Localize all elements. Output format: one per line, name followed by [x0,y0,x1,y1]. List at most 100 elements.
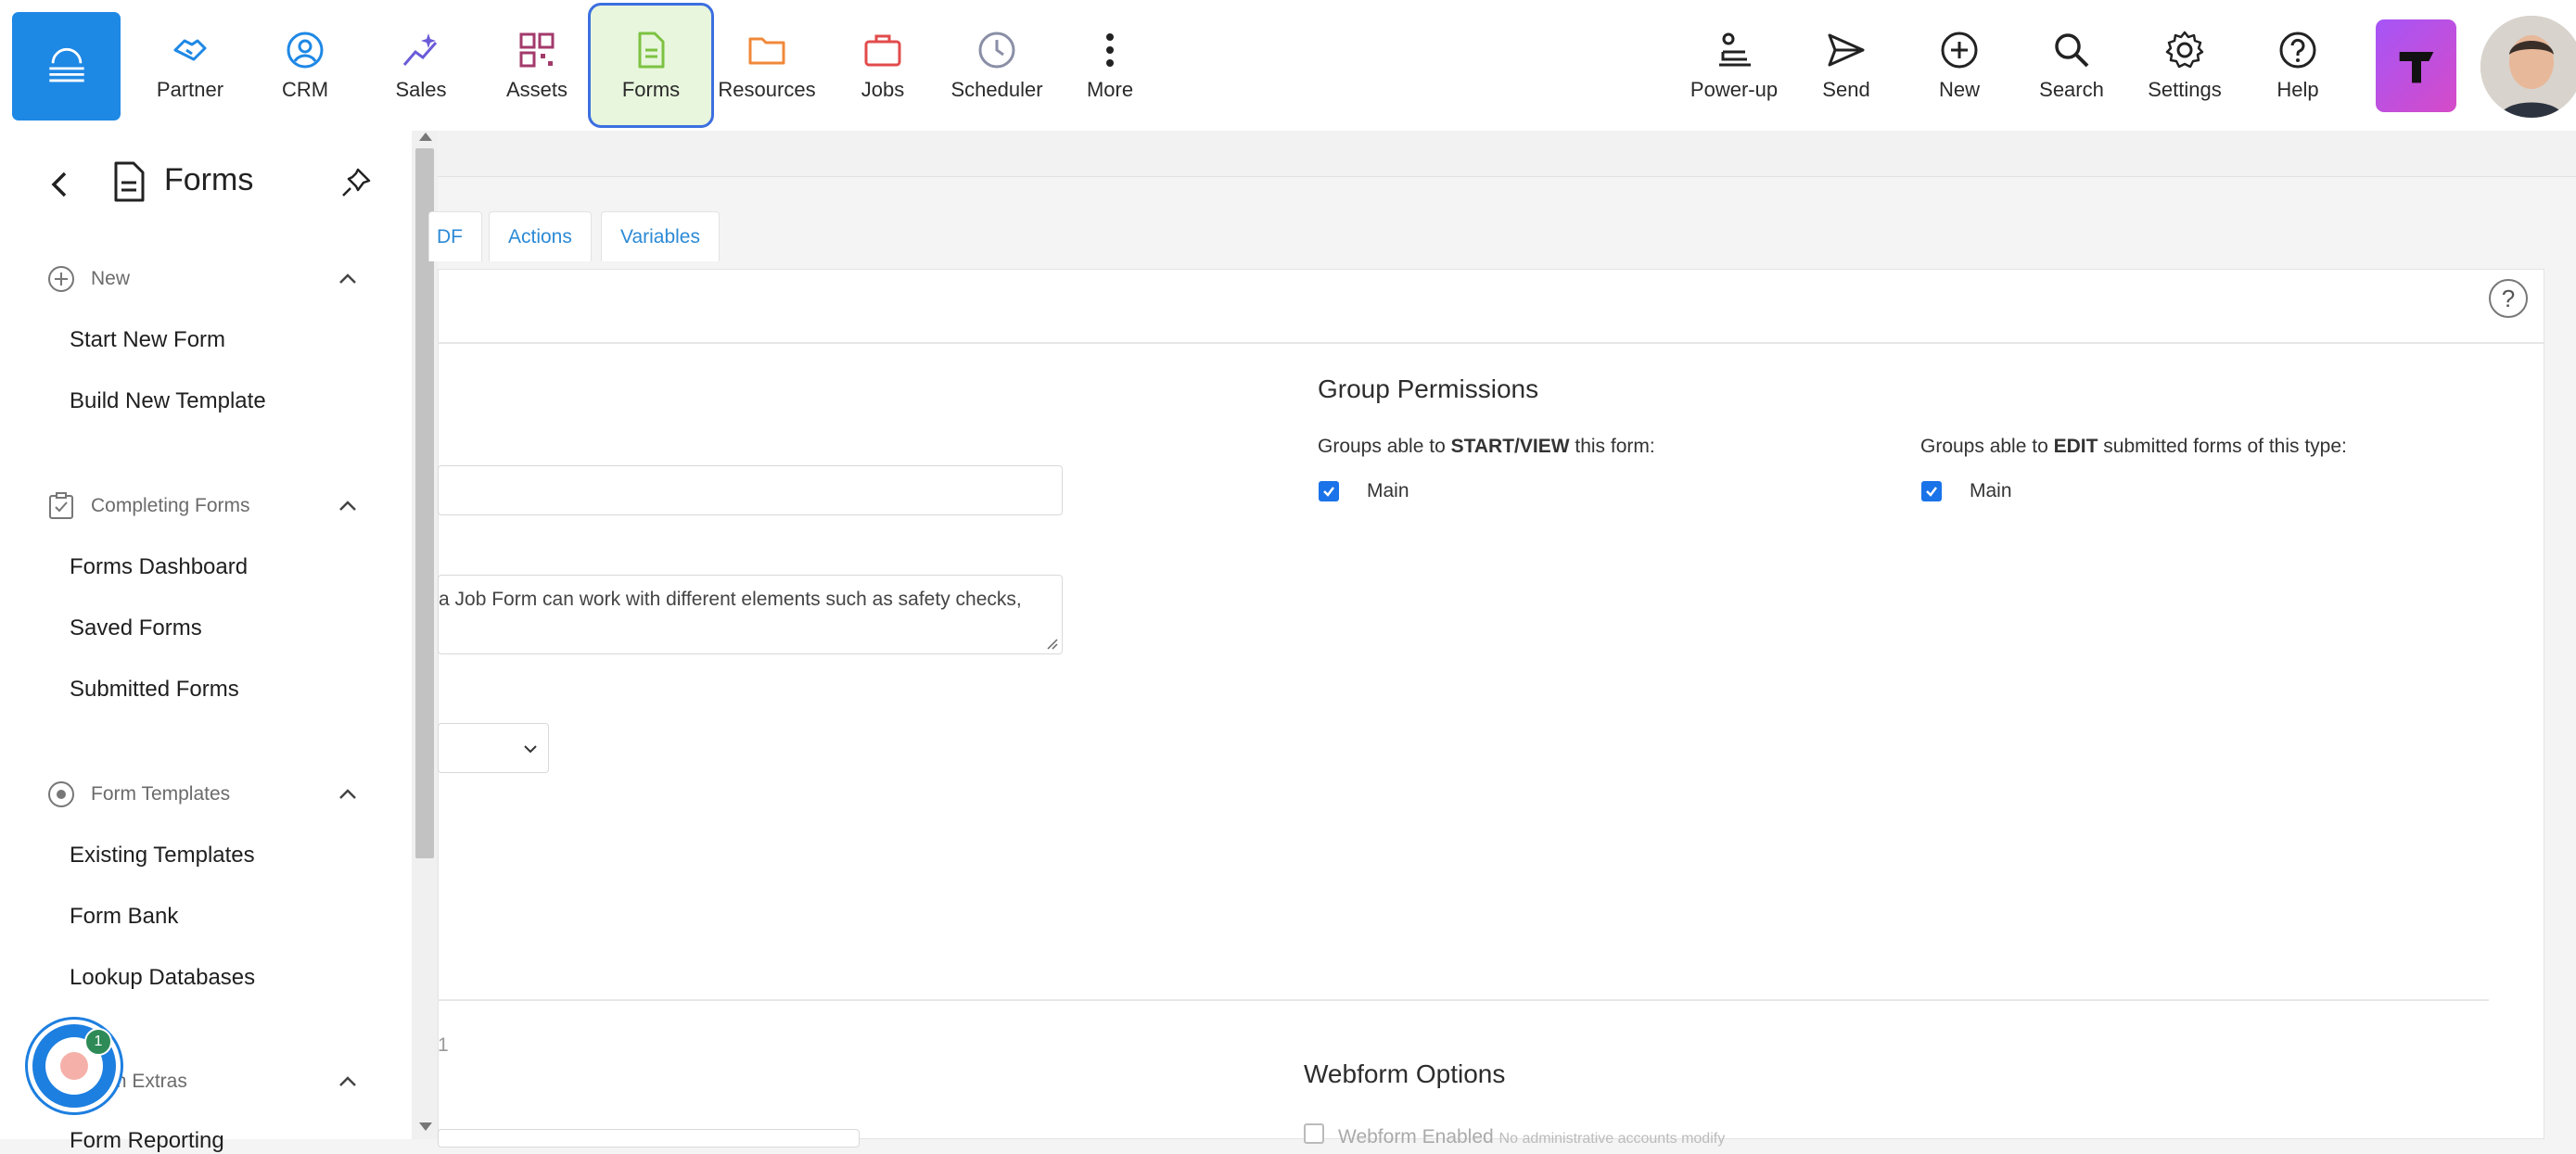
folder-icon [748,37,785,65]
sidebar-link-saved-forms[interactable]: Saved Forms [70,615,202,641]
sidebar-link-form-bank[interactable]: Form Bank [70,904,178,930]
section-divider [438,999,2489,1001]
start-view-prefix: Groups able to [1318,436,1451,457]
chevron-down-icon [524,745,537,754]
briefcase-icon [864,34,901,67]
sidebar-section-completing-forms[interactable]: Completing Forms [46,488,362,525]
resize-grip-icon[interactable] [1045,637,1058,650]
tab-pdf[interactable]: DF [428,211,482,261]
promo-app-button[interactable] [2376,19,2456,112]
chevron-up-icon [339,1076,356,1086]
chevron-up-icon [339,789,356,799]
nav-crm[interactable]: CRM [248,0,363,131]
webform-options-title: Webform Options [1304,1059,1506,1088]
group-permissions-title: Group Permissions [1318,374,1539,403]
help-button[interactable]: Help [2240,0,2355,131]
edit-main-checkbox[interactable] [1921,481,1942,501]
nav-scheduler[interactable]: Scheduler [939,0,1054,131]
home-logo-button[interactable] [12,12,121,120]
sidebar-link-form-reporting[interactable]: Form Reporting [70,1128,224,1154]
nav-label: More [1086,78,1134,101]
sidebar-section-new[interactable]: New [46,260,362,298]
scroll-down-arrow-icon[interactable] [419,1122,432,1131]
start-view-main-checkbox[interactable] [1319,481,1339,501]
plus-circle-icon [1941,32,1978,69]
new-button[interactable]: New [1902,0,2017,131]
help-icon[interactable]: ? [2489,279,2528,318]
tab-variables[interactable]: Variables [601,211,720,261]
nav-label: Forms [621,78,681,101]
forms-side-menu: Forms New Start New Form Build New Templ… [0,131,412,1153]
nav-label: Assets [505,78,568,101]
qr-grid-icon [519,32,555,68]
sidebar-link-existing-templates[interactable]: Existing Templates [70,843,255,869]
sidebar-link-submitted-forms[interactable]: Submitted Forms [70,677,239,703]
cloud-stack-icon [48,47,84,82]
webform-enabled-checkbox[interactable] [1304,1123,1324,1144]
search-icon [2055,33,2089,68]
nav-label: New [1938,78,1980,101]
sidebar-link-start-new-form[interactable]: Start New Form [70,327,225,353]
sidebar-title: Forms [164,162,254,197]
form-name-input[interactable] [438,465,1063,515]
sidebar-section-label: Completing Forms [91,495,250,516]
webform-enabled-text: Webform Enabled [1338,1126,1494,1148]
edit-permission-label: Groups able to EDIT submitted forms of t… [1920,436,2347,458]
send-icon [1828,33,1865,67]
send-button[interactable]: Send [1789,0,1904,131]
power-up-icon [1719,32,1751,67]
user-avatar[interactable] [2480,16,2576,118]
sidebar-link-lookup-databases[interactable]: Lookup Databases [70,965,255,991]
start-view-bold: START/VIEW [1450,436,1570,457]
pin-icon[interactable] [339,166,373,199]
nav-forms[interactable]: Forms [593,0,708,131]
avatar-photo [2480,16,2576,118]
help-circle-icon [2279,32,2316,69]
nav-label: CRM [281,78,329,101]
nav-sales[interactable]: Sales [363,0,478,131]
nav-label: Jobs [861,78,905,101]
sidebar-section-form-templates[interactable]: Form Templates [46,776,362,813]
sidebar-link-build-new-template[interactable]: Build New Template [70,388,266,414]
nav-label: Send [1822,78,1870,101]
nav-partner[interactable]: Partner [133,0,248,131]
chevron-left-icon[interactable] [46,168,74,201]
top-navigation-bar: Partner CRM Sales Assets Forms Resources… [0,0,2576,131]
chat-widget-button[interactable]: 1 [28,1020,121,1112]
sidebar-section-label: Form Templates [91,783,231,805]
nav-label: Resources [718,78,816,101]
form-description-textarea[interactable]: a Job Form can work with different eleme… [438,575,1063,654]
bottom-input-field[interactable] [438,1129,860,1148]
sidebar-link-forms-dashboard[interactable]: Forms Dashboard [70,554,248,580]
power-up-button[interactable]: Power-up [1677,0,1792,131]
edit-main-label: Main [1970,480,2012,501]
textarea-text: a Job Form can work with different eleme… [439,589,1022,610]
nav-jobs[interactable]: Jobs [825,0,940,131]
start-view-main-label: Main [1367,480,1409,501]
panel-header [439,270,2544,344]
chat-notification-badge: 1 [84,1028,112,1056]
document-icon [114,161,145,202]
settings-button[interactable]: Settings [2127,0,2242,131]
nav-label: Settings [2148,78,2222,101]
nav-label: Help [2276,78,2319,101]
category-select[interactable] [438,723,549,773]
more-vertical-icon [1106,33,1114,67]
nav-resources[interactable]: Resources [709,0,824,131]
plus-circle-icon [48,266,74,292]
chevron-up-icon [339,273,356,284]
t-logo-icon [2399,52,2433,83]
tab-actions[interactable]: Actions [489,211,592,261]
document-icon [638,32,665,69]
gear-icon [2165,31,2204,69]
scroll-up-arrow-icon[interactable] [419,133,432,141]
nav-label: Scheduler [950,78,1043,101]
nav-more[interactable]: More [1052,0,1167,131]
checklist-icon [49,492,73,519]
search-button[interactable]: Search [2014,0,2129,131]
checkmark-icon [1323,487,1334,497]
nav-label: Power-up [1690,78,1779,101]
nav-assets[interactable]: Assets [479,0,594,131]
start-view-permission-label: Groups able to START/VIEW this form: [1318,436,1655,458]
partial-number: 1 [438,1034,449,1056]
